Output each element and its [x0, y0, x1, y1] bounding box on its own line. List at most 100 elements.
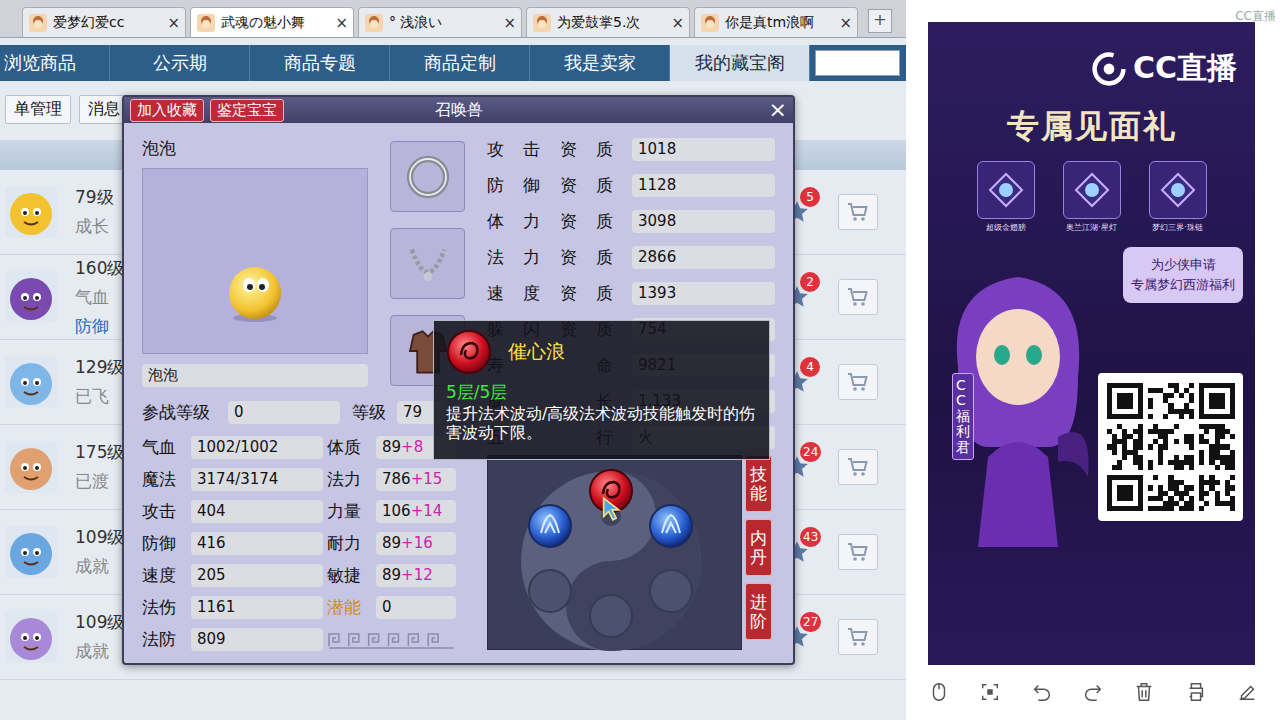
- skill-panel: [487, 455, 742, 650]
- header-button[interactable]: 鉴定宝宝: [210, 99, 284, 122]
- print-icon[interactable]: [1185, 681, 1207, 703]
- pet-name-field[interactable]: 泡泡: [142, 364, 368, 387]
- pet-name: 泡泡: [142, 137, 368, 160]
- window-title: 召唤兽: [435, 100, 483, 121]
- empty-skill-icon: [588, 593, 634, 639]
- tab-close-button[interactable]: ×: [503, 14, 516, 32]
- pet-level: 175级: [75, 441, 124, 464]
- decor-pattern-icon: [327, 630, 456, 650]
- gift-item: 超级金翅膀: [970, 161, 1042, 233]
- necklace-icon: [401, 237, 455, 291]
- nav-tab[interactable]: 我的藏宝阁: [670, 45, 810, 81]
- browser-area: 爱梦幻爱cc×武魂の魅小舞×° 浅浪い×为爱鼓掌5.次×你是真tm浪啊× + 浏览商…: [0, 0, 906, 720]
- equipment-slot[interactable]: [390, 141, 465, 212]
- attribute-label: 法力: [327, 468, 372, 491]
- stat-field: 1161: [191, 596, 323, 619]
- browser-tab[interactable]: ° 浅浪い×: [358, 7, 522, 37]
- user-avatar-icon: [196, 13, 216, 33]
- attribute-label: 敏捷: [327, 564, 372, 587]
- skill-slot[interactable]: [527, 503, 573, 549]
- aptitude-row: 防御资质1128: [487, 173, 775, 197]
- field-label: 参战等级: [142, 401, 228, 424]
- pet-info: 已飞: [75, 385, 124, 408]
- browser-tab-strip: 爱梦幻爱cc×武魂の魅小舞×° 浅浪い×为爱鼓掌5.次×你是真tm浪啊× +: [0, 0, 906, 38]
- cart-button[interactable]: [838, 449, 878, 485]
- new-tab-button[interactable]: +: [868, 9, 892, 33]
- browser-tab[interactable]: 为爱鼓掌5.次×: [526, 7, 690, 37]
- gift-item: 梦幻三界·珠链: [1142, 161, 1214, 233]
- aptitude-row: 攻击资质1018: [487, 137, 775, 161]
- browser-tab[interactable]: 武魂の魅小舞×: [190, 7, 354, 37]
- skill-slot[interactable]: [527, 568, 573, 614]
- empty-skill-icon: [648, 568, 694, 614]
- mascot-name: CC福利君: [952, 373, 974, 460]
- equipment-slot[interactable]: [390, 228, 465, 299]
- sub-button[interactable]: 单管理: [5, 95, 71, 124]
- stat-field: 1002/1002: [191, 436, 323, 459]
- favorite-count: 2: [800, 272, 820, 292]
- skill-slot[interactable]: [588, 468, 634, 514]
- attribute-field: 89+12: [376, 564, 456, 587]
- stat-field: 404: [191, 500, 323, 523]
- skill-slot[interactable]: [648, 503, 694, 549]
- user-avatar-icon: [700, 13, 720, 33]
- site-nav: 浏览商品公示期商品专题商品定制我是卖家我的藏宝阁: [0, 45, 906, 81]
- window-titlebar: 加入收藏鉴定宝宝 召唤兽 ×: [124, 97, 793, 123]
- side-tab-button[interactable]: 内丹: [745, 519, 772, 576]
- cart-icon: [846, 540, 870, 564]
- promo-banner[interactable]: CC直播专属见面礼超级金翅膀奥兰江湖·星灯梦幻三界·珠链CC福利君为少侠申请专属…: [928, 22, 1255, 665]
- undo-icon[interactable]: [1031, 681, 1053, 703]
- attribute-label: 潜能: [327, 596, 372, 619]
- favorite-count: 5: [800, 187, 820, 207]
- trash-icon[interactable]: [1133, 681, 1155, 703]
- skill-slot[interactable]: [648, 568, 694, 614]
- tab-close-button[interactable]: ×: [671, 14, 684, 32]
- pet-avatar-icon: [5, 611, 57, 663]
- pet-info: 成长: [75, 215, 114, 238]
- browser-tab[interactable]: 你是真tm浪啊×: [694, 7, 858, 37]
- edit-icon[interactable]: [1236, 681, 1258, 703]
- attribute-field: 106+14: [376, 500, 456, 523]
- attribute-label: 力量: [327, 500, 372, 523]
- nav-tab[interactable]: 商品定制: [390, 45, 530, 81]
- tab-close-button[interactable]: ×: [335, 14, 348, 32]
- header-button[interactable]: 加入收藏: [130, 99, 204, 122]
- cart-icon: [846, 455, 870, 479]
- pet-level: 129级: [75, 356, 124, 379]
- browser-tab[interactable]: 爱梦幻爱cc×: [22, 7, 186, 37]
- cart-button[interactable]: [838, 619, 878, 655]
- mouse-icon[interactable]: [928, 681, 950, 703]
- nav-tab[interactable]: 我是卖家: [530, 45, 670, 81]
- pet-avatar-icon: [5, 356, 57, 408]
- redo-icon[interactable]: [1082, 681, 1104, 703]
- cart-icon: [846, 285, 870, 309]
- skill-slot[interactable]: [588, 593, 634, 639]
- stat-field: 416: [191, 532, 323, 555]
- user-avatar-icon: [532, 13, 552, 33]
- qr-code[interactable]: [1098, 373, 1243, 521]
- tab-close-button[interactable]: ×: [167, 14, 180, 32]
- cart-icon: [846, 200, 870, 224]
- water-skill-icon: [648, 503, 694, 549]
- attribute-field: 89+16: [376, 532, 456, 555]
- cart-button[interactable]: [838, 194, 878, 230]
- pet-info: 成就: [75, 640, 124, 663]
- cart-button[interactable]: [838, 279, 878, 315]
- side-tab-button[interactable]: 进阶: [745, 583, 772, 640]
- cart-button[interactable]: [838, 364, 878, 400]
- aptitude-row: 体力资质3098: [487, 209, 775, 233]
- tab-close-button[interactable]: ×: [839, 14, 852, 32]
- stat-label: 魔法: [142, 468, 187, 491]
- crop-icon[interactable]: [979, 681, 1001, 703]
- stat-field: 205: [191, 564, 323, 587]
- nav-tab[interactable]: 公示期: [110, 45, 250, 81]
- close-button[interactable]: ×: [769, 99, 787, 121]
- mouse-cursor-icon: [602, 496, 622, 522]
- cart-button[interactable]: [838, 534, 878, 570]
- nav-tab[interactable]: 浏览商品: [0, 45, 110, 81]
- pet-level: 109级: [75, 526, 124, 549]
- nav-tab[interactable]: 商品专题: [250, 45, 390, 81]
- stat-label: 攻击: [142, 500, 187, 523]
- side-tab-button[interactable]: 技能: [745, 455, 772, 512]
- search-input[interactable]: [815, 50, 900, 76]
